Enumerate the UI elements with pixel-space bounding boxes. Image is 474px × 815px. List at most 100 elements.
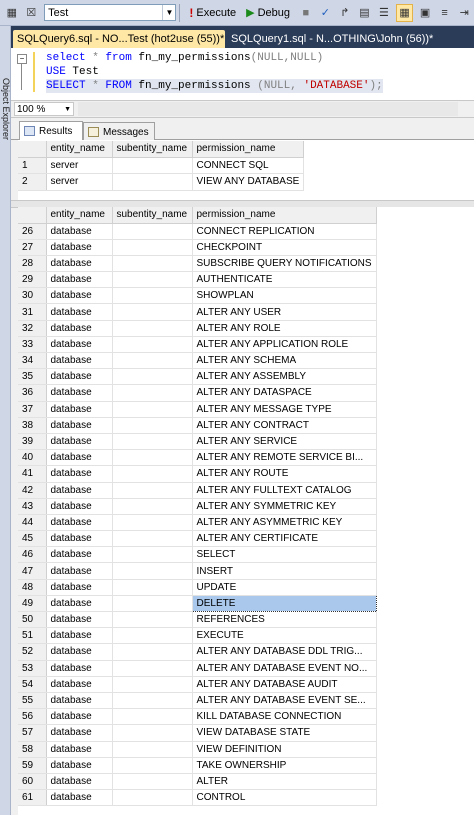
subentity-name-cell[interactable]	[112, 287, 193, 305]
row-number-cell[interactable]: 46	[18, 546, 47, 564]
indent-icon[interactable]: ⇥	[456, 5, 472, 21]
row-number-cell[interactable]: 53	[18, 660, 47, 677]
row-number-cell[interactable]: 37	[18, 401, 47, 418]
collapse-icon[interactable]: −	[17, 54, 27, 64]
row-number-cell[interactable]: 29	[18, 271, 47, 289]
column-header-entity-name[interactable]: entity_name	[46, 207, 113, 224]
row-number-cell[interactable]: 40	[18, 449, 47, 467]
permission-name-cell[interactable]: ALTER ANY DATASPACE	[192, 384, 377, 402]
comment-icon[interactable]: ≡	[437, 5, 453, 21]
results-to-file-icon[interactable]: ▣	[417, 5, 433, 21]
permission-name-cell[interactable]: CONNECT REPLICATION	[192, 223, 377, 240]
table-row[interactable]: 1 server CONNECT SQL	[18, 157, 305, 174]
table-row[interactable]: 42 database ALTER ANY FULLTEXT CATALOG	[18, 482, 377, 499]
subentity-name-cell[interactable]	[112, 562, 193, 580]
tab-messages[interactable]: Messages	[83, 122, 155, 141]
row-number-cell[interactable]: 48	[18, 579, 47, 596]
entity-name-cell[interactable]: database	[46, 271, 113, 289]
entity-name-cell[interactable]: database	[46, 530, 113, 548]
permission-name-cell[interactable]: ALTER ANY DATABASE EVENT SE...	[192, 692, 377, 710]
entity-name-cell[interactable]: database	[46, 223, 113, 240]
entity-name-cell[interactable]: database	[46, 433, 113, 451]
permission-name-cell[interactable]: ALTER ANY DATABASE DDL TRIG...	[192, 643, 377, 661]
row-number-cell[interactable]: 26	[18, 223, 47, 240]
results-to-grid-icon[interactable]: ▦	[395, 3, 414, 22]
subentity-name-cell[interactable]	[112, 401, 193, 418]
table-row[interactable]: 54 database ALTER ANY DATABASE AUDIT	[18, 676, 377, 693]
row-number-cell[interactable]: 28	[18, 255, 47, 273]
entity-name-cell[interactable]: database	[46, 562, 113, 580]
row-number-cell[interactable]: 60	[18, 773, 47, 791]
table-row[interactable]: 50 database REFERENCES	[18, 611, 377, 629]
table-row[interactable]: 2 server VIEW ANY DATABASE	[18, 173, 305, 191]
subentity-name-cell[interactable]	[112, 271, 193, 289]
table-row[interactable]: 30 database SHOWPLAN	[18, 287, 377, 305]
subentity-name-cell[interactable]	[112, 708, 193, 726]
object-explorer-strip[interactable]: Object Explorer	[0, 26, 11, 815]
permission-name-cell[interactable]: AUTHENTICATE	[192, 271, 377, 289]
subentity-name-cell[interactable]	[112, 239, 193, 256]
table-row[interactable]: 36 database ALTER ANY DATASPACE	[18, 384, 377, 402]
entity-name-cell[interactable]: database	[46, 546, 113, 564]
entity-name-cell[interactable]: database	[46, 724, 113, 742]
entity-name-cell[interactable]: database	[46, 789, 113, 807]
available-databases-icon[interactable]: ▦	[4, 5, 20, 21]
table-row[interactable]: 61 database CONTROL	[18, 789, 377, 807]
permission-name-cell[interactable]: ALTER ANY SYMMETRIC KEY	[192, 498, 377, 515]
entity-name-cell[interactable]: database	[46, 384, 113, 402]
permission-name-cell[interactable]: ALTER ANY CONTRACT	[192, 417, 377, 434]
entity-name-cell[interactable]: database	[46, 741, 113, 758]
object-explorer-label[interactable]: Object Explorer	[1, 78, 11, 140]
subentity-name-cell[interactable]	[112, 773, 193, 791]
subentity-name-cell[interactable]	[112, 320, 193, 337]
subentity-name-cell[interactable]	[112, 595, 193, 613]
entity-name-cell[interactable]: server	[46, 173, 113, 191]
table-row[interactable]: 59 database TAKE OWNERSHIP	[18, 757, 377, 774]
permission-name-cell[interactable]: ALTER ANY ROUTE	[192, 465, 377, 483]
entity-name-cell[interactable]: database	[46, 239, 113, 256]
tab-sqlquery6[interactable]: SQLQuery6.sql - NO...Test (hot2use (55))…	[13, 30, 225, 48]
table-row[interactable]: 28 database SUBSCRIBE QUERY NOTIFICATIONS	[18, 255, 377, 273]
subentity-name-cell[interactable]	[112, 660, 193, 677]
entity-name-cell[interactable]: database	[46, 676, 113, 693]
table-row[interactable]: 47 database INSERT	[18, 562, 377, 580]
table-row[interactable]: 37 database ALTER ANY MESSAGE TYPE	[18, 401, 377, 418]
permission-name-cell[interactable]: DELETE	[191, 594, 377, 613]
row-number-cell[interactable]: 44	[18, 514, 47, 532]
tab-results[interactable]: Results	[19, 121, 83, 140]
code-line-3[interactable]: SELECT * FROM fn_my_permissions (NULL, '…	[46, 79, 383, 93]
permission-name-cell[interactable]: CHECKPOINT	[192, 239, 377, 256]
table-row[interactable]: 35 database ALTER ANY ASSEMBLY	[18, 368, 377, 386]
entity-name-cell[interactable]: database	[46, 692, 113, 710]
subentity-name-cell[interactable]	[112, 255, 193, 273]
table-row[interactable]: 32 database ALTER ANY ROLE	[18, 320, 377, 337]
entity-name-cell[interactable]: database	[46, 514, 113, 532]
permission-name-cell[interactable]: ALTER ANY REMOTE SERVICE BI...	[192, 449, 377, 467]
row-number-cell[interactable]: 59	[18, 757, 47, 774]
zoom-select[interactable]: 100 % ▼	[14, 102, 74, 116]
row-number-cell[interactable]: 27	[18, 239, 47, 256]
table-row[interactable]: 27 database CHECKPOINT	[18, 239, 377, 256]
permission-name-cell[interactable]: SHOWPLAN	[192, 287, 377, 305]
permission-name-cell[interactable]: ALTER ANY CERTIFICATE	[192, 530, 377, 548]
table-row[interactable]: 49 database DELETE	[18, 594, 377, 613]
column-header-subentity-name[interactable]: subentity_name	[112, 141, 193, 158]
column-header-permission-name[interactable]: permission_name	[192, 141, 305, 158]
table-row[interactable]: 56 database KILL DATABASE CONNECTION	[18, 708, 377, 726]
row-number-cell[interactable]: 36	[18, 384, 47, 402]
table-row[interactable]: 51 database EXECUTE	[18, 627, 377, 645]
table-row[interactable]: 57 database VIEW DATABASE STATE	[18, 724, 377, 742]
row-number-cell[interactable]: 32	[18, 320, 47, 337]
column-header-permission-name[interactable]: permission_name	[192, 207, 377, 224]
row-number-cell[interactable]: 49	[18, 595, 47, 613]
row-number-cell[interactable]: 33	[18, 336, 47, 354]
row-number-cell[interactable]: 30	[18, 287, 47, 305]
change-connection-icon[interactable]: ☒	[24, 5, 40, 21]
permission-name-cell[interactable]: ALTER ANY USER	[192, 303, 377, 321]
code-line-2[interactable]: USE Test	[46, 65, 99, 79]
subentity-name-cell[interactable]	[112, 433, 193, 451]
subentity-name-cell[interactable]	[112, 336, 193, 354]
table-row[interactable]: 44 database ALTER ANY ASYMMETRIC KEY	[18, 514, 377, 532]
debug-button[interactable]: ▶ Debug	[246, 6, 290, 20]
table-row[interactable]: 39 database ALTER ANY SERVICE	[18, 433, 377, 451]
